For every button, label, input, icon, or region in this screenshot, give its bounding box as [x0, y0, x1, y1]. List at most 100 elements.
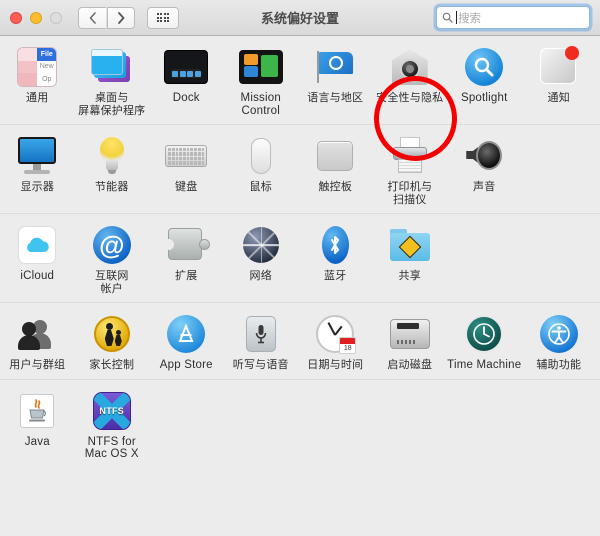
accessibility-icon	[537, 312, 581, 356]
pane-label: 语言与地区	[307, 92, 364, 104]
pane-label: Spotlight	[460, 92, 508, 104]
pane-mouse[interactable]: 鼠标	[224, 134, 299, 206]
desktop-screensaver-icon	[90, 45, 134, 89]
time-machine-glyph	[473, 323, 496, 345]
parental-controls-icon	[90, 312, 134, 356]
cloud-glyph	[27, 237, 50, 252]
minimize-button-icon[interactable]	[30, 11, 42, 24]
search-field-wrapper[interactable]: 搜索	[436, 6, 590, 29]
pane-sound[interactable]: 声音	[447, 134, 522, 206]
java-icon	[15, 389, 59, 433]
date-badge-number: 18	[343, 345, 352, 352]
pane-label: 网络	[249, 270, 272, 282]
pane-date-time[interactable]: 18 日期与时间	[298, 312, 373, 372]
pane-label: 辅助功能	[536, 359, 582, 371]
pane-row: iCloud @ 互联网 帐户 扩展 网络 蓝牙 共享	[0, 214, 600, 303]
pane-startup-disk[interactable]: 启动磁盘	[373, 312, 448, 372]
printers-scanners-icon	[388, 134, 432, 178]
pane-language-region[interactable]: 语言与地区	[298, 45, 373, 117]
pane-users-groups[interactable]: 用户与群组	[0, 312, 75, 372]
pane-label: 桌面与 屏幕保护程序	[78, 92, 146, 117]
pane-app-store[interactable]: App Store	[149, 312, 224, 372]
general-icon: File New Op	[15, 45, 59, 89]
pane-label: Java	[24, 435, 50, 448]
pane-keyboard[interactable]: 键盘	[149, 134, 224, 206]
users-groups-icon	[15, 312, 59, 356]
pane-label: 听写与语音	[232, 359, 289, 371]
security-privacy-icon	[388, 45, 432, 89]
pane-displays[interactable]: 显示器	[0, 134, 75, 206]
pane-sharing[interactable]: 共享	[373, 223, 448, 295]
pane-row: 显示器 节能器 键盘 鼠标 触控板 打印机与 扫描仪 声音	[0, 125, 600, 214]
close-button-icon[interactable]	[10, 11, 22, 24]
extensions-icon	[163, 223, 211, 267]
pane-parental-controls[interactable]: 家长控制	[75, 312, 150, 372]
pane-accessibility[interactable]: 辅助功能	[522, 312, 597, 372]
dock-icon	[164, 45, 209, 89]
microphone-glyph	[255, 325, 267, 344]
notification-badge	[564, 46, 579, 60]
pane-mission-control[interactable]: Mission Control	[224, 45, 299, 117]
pane-ntfs-for-mac-os-x[interactable]: NTFS NTFS for Mac OS X	[75, 389, 150, 461]
pane-spotlight[interactable]: Spotlight	[447, 45, 522, 117]
sharing-icon	[388, 223, 432, 267]
forward-button[interactable]	[107, 6, 135, 29]
startup-disk-icon	[388, 312, 432, 356]
grid-icon	[156, 12, 170, 23]
displays-icon	[15, 134, 59, 178]
pane-label: 触控板	[318, 181, 353, 193]
pane-row: File New Op 通用 桌面与 屏幕保护程序 Dock Mission C…	[0, 36, 600, 161]
pane-label: 扩展	[175, 270, 198, 282]
notifications-icon	[537, 45, 581, 89]
pane-label: Dock	[172, 92, 200, 104]
pane-internet-accounts[interactable]: @ 互联网 帐户	[75, 223, 150, 295]
pane-trackpad[interactable]: 触控板	[298, 134, 373, 206]
pane-label: 安全性与隐私	[376, 92, 444, 104]
pane-label: 显示器	[20, 181, 55, 193]
traffic-lights	[10, 11, 62, 24]
search-icon	[442, 12, 453, 23]
pane-extensions[interactable]: 扩展	[149, 223, 224, 295]
app-store-glyph	[178, 323, 194, 342]
spotlight-icon	[462, 45, 506, 89]
pane-label: Mission Control	[240, 92, 281, 117]
pane-label: 蓝牙	[324, 270, 347, 282]
mission-control-icon	[238, 45, 283, 89]
back-button[interactable]	[78, 6, 106, 29]
show-all-button[interactable]	[147, 6, 179, 29]
pane-label: 鼠标	[249, 181, 272, 193]
pane-general[interactable]: File New Op 通用	[0, 45, 75, 117]
pane-label: 共享	[398, 270, 421, 282]
pane-energy-saver[interactable]: 节能器	[75, 134, 150, 206]
pane-notifications[interactable]: 通知	[522, 45, 597, 117]
pane-label: 日期与时间	[307, 359, 364, 371]
pane-label: 打印机与 扫描仪	[387, 181, 433, 206]
icloud-icon	[15, 223, 59, 267]
search-input[interactable]: 搜索	[436, 6, 590, 29]
magnifier-glyph	[475, 57, 494, 77]
navigation-buttons	[78, 6, 135, 29]
pane-row: Java NTFS NTFS for Mac OS X	[0, 380, 600, 468]
ntfs-icon: NTFS	[90, 389, 134, 433]
pane-label: 通知	[547, 92, 570, 104]
pane-time-machine[interactable]: Time Machine	[447, 312, 522, 372]
sound-icon	[462, 134, 506, 178]
titlebar: 系统偏好设置 搜索	[0, 0, 600, 36]
accessibility-glyph	[547, 323, 570, 345]
pane-label: 节能器	[94, 181, 129, 193]
pane-desktop-screensaver[interactable]: 桌面与 屏幕保护程序	[75, 45, 150, 117]
pane-icloud[interactable]: iCloud	[0, 223, 75, 295]
pane-network[interactable]: 网络	[224, 223, 299, 295]
internet-accounts-icon: @	[90, 223, 134, 267]
pane-bluetooth[interactable]: 蓝牙	[298, 223, 373, 295]
bluetooth-glyph	[331, 236, 340, 254]
pane-java[interactable]: Java	[0, 389, 75, 461]
pane-printers-scanners[interactable]: 打印机与 扫描仪	[373, 134, 448, 206]
app-store-icon	[164, 312, 208, 356]
pane-dictation-speech[interactable]: 听写与语音	[224, 312, 299, 372]
pane-security-privacy[interactable]: 安全性与隐私	[373, 45, 448, 117]
pane-dock[interactable]: Dock	[149, 45, 224, 117]
date-time-icon: 18	[313, 312, 357, 356]
system-preferences-window: 系统偏好设置 搜索 File New Op 通用 桌面与 屏幕保护程序 Dock…	[0, 0, 600, 536]
time-machine-icon	[462, 312, 506, 356]
